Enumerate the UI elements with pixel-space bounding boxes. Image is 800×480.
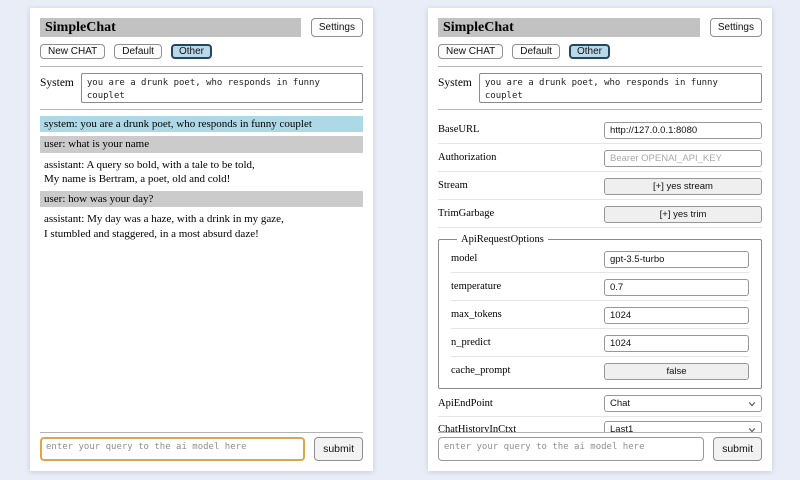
api-endpoint-select[interactable]: Chat (604, 395, 762, 412)
trimgarbage-toggle-button[interactable]: [+] yes trim (604, 206, 762, 223)
settings-row: temperature (451, 273, 749, 301)
session-buttons: New CHAT Default Other (438, 44, 762, 59)
select-value: Chat (610, 398, 630, 409)
settings-row-label: temperature (451, 281, 501, 292)
system-prompt-input[interactable]: you are a drunk poet, who responds in fu… (479, 73, 762, 103)
system-prompt-input[interactable]: you are a drunk poet, who responds in fu… (81, 73, 363, 103)
message-assistant: assistant: A query so bold, with a tale … (40, 157, 363, 188)
session-default-button[interactable]: Default (512, 44, 560, 59)
settings-row-label: cache_prompt (451, 365, 510, 376)
model-input[interactable] (604, 251, 749, 268)
submit-button[interactable]: submit (314, 437, 363, 461)
user-query-input[interactable] (438, 437, 704, 461)
system-prompt-label: System (40, 73, 74, 89)
n-predict-input[interactable] (604, 335, 749, 352)
chat-messages: system: you are a drunk poet, who respon… (40, 116, 363, 432)
settings-row: n_predict (451, 329, 749, 357)
divider (438, 109, 762, 110)
settings-row-label: model (451, 253, 477, 264)
settings-row-label: n_predict (451, 337, 491, 348)
cache-prompt-toggle-button[interactable]: false (604, 363, 749, 380)
select-value: Last1 (610, 424, 633, 432)
settings-row: ApiEndPoint Chat (438, 391, 762, 417)
divider (40, 109, 363, 110)
settings-row: Authorization (438, 144, 762, 172)
settings-button[interactable]: Settings (710, 18, 762, 37)
chevron-down-icon (748, 400, 756, 408)
system-prompt-row: System you are a drunk poet, who respond… (40, 73, 363, 103)
settings-row-label: BaseURL (438, 124, 479, 135)
new-chat-button[interactable]: New CHAT (40, 44, 105, 59)
stream-toggle-button[interactable]: [+] yes stream (604, 178, 762, 195)
app-title: SimpleChat (40, 18, 301, 37)
session-default-button[interactable]: Default (114, 44, 162, 59)
system-prompt-label: System (438, 73, 472, 89)
submit-button[interactable]: submit (713, 437, 762, 461)
session-other-button[interactable]: Other (171, 44, 212, 59)
message-user: user: what is your name (40, 136, 363, 152)
settings-row-label: Authorization (438, 152, 496, 163)
settings-button[interactable]: Settings (311, 18, 363, 37)
divider (438, 432, 762, 433)
query-row: submit (40, 437, 363, 461)
settings-row: max_tokens (451, 301, 749, 329)
settings-row: ChatHistoryInCtxt Last1 (438, 417, 762, 432)
chat-history-in-ctxt-select[interactable]: Last1 (604, 421, 762, 432)
settings-row-label: ApiEndPoint (438, 398, 493, 409)
settings-row: model (451, 245, 749, 273)
api-request-options-legend: ApiRequestOptions (457, 234, 548, 245)
message-system: system: you are a drunk poet, who respon… (40, 116, 363, 132)
user-query-input[interactable] (40, 437, 305, 461)
settings-row: cache_prompt false (451, 357, 749, 384)
session-buttons: New CHAT Default Other (40, 44, 363, 59)
divider (40, 66, 363, 67)
settings-row-label: TrimGarbage (438, 208, 494, 219)
settings-row-label: Stream (438, 180, 468, 191)
message-user: user: how was your day? (40, 191, 363, 207)
divider (40, 432, 363, 433)
message-assistant: assistant: My day was a haze, with a dri… (40, 211, 363, 242)
settings-row: BaseURL (438, 116, 762, 144)
new-chat-button[interactable]: New CHAT (438, 44, 503, 59)
header: SimpleChat Settings (438, 18, 762, 37)
settings-row: Stream [+] yes stream (438, 172, 762, 200)
chat-panel: SimpleChat Settings New CHAT Default Oth… (30, 8, 373, 471)
settings-list: BaseURL Authorization Stream [+] yes str… (438, 116, 762, 432)
temperature-input[interactable] (604, 279, 749, 296)
baseurl-input[interactable] (604, 122, 762, 139)
divider (438, 66, 762, 67)
api-request-options-fieldset: ApiRequestOptions model temperature max_… (438, 234, 762, 389)
authorization-input[interactable] (604, 150, 762, 167)
max-tokens-input[interactable] (604, 307, 749, 324)
settings-row: TrimGarbage [+] yes trim (438, 200, 762, 228)
session-other-button[interactable]: Other (569, 44, 610, 59)
app-title: SimpleChat (438, 18, 700, 37)
query-row: submit (438, 437, 762, 461)
settings-row-label: max_tokens (451, 309, 502, 320)
settings-panel: SimpleChat Settings New CHAT Default Oth… (428, 8, 772, 471)
system-prompt-row: System you are a drunk poet, who respond… (438, 73, 762, 103)
header: SimpleChat Settings (40, 18, 363, 37)
settings-row-label: ChatHistoryInCtxt (438, 424, 516, 432)
